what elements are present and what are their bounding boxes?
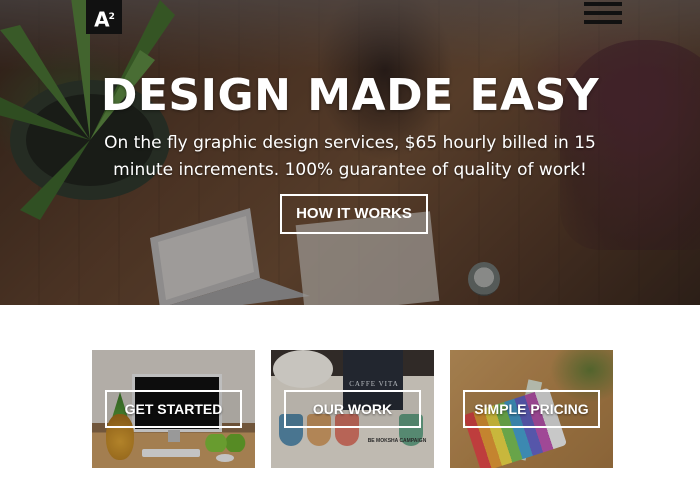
hero-section: A2 DESIGN MADE EASY On the fly graphic d… [0, 0, 700, 305]
how-it-works-button[interactable]: HOW IT WORKS [280, 194, 428, 234]
simple-pricing-button[interactable]: SIMPLE PRICING [463, 390, 600, 428]
card-simple-pricing[interactable]: SIMPLE PRICING [450, 350, 613, 468]
menu-bar [584, 11, 622, 15]
get-started-button[interactable]: GET STARTED [105, 390, 242, 428]
card-get-started[interactable]: GET STARTED [92, 350, 255, 468]
logo-superscript: 2 [108, 12, 115, 22]
logo[interactable]: A2 [86, 0, 122, 34]
card-our-work[interactable]: CAFFE VITA BE MOKSHA CAMPAIGN OUR WORK [271, 350, 434, 468]
menu-bar [584, 20, 622, 24]
hero-subtitle: On the fly graphic design services, $65 … [104, 133, 596, 180]
logo-text: A [94, 7, 110, 32]
menu-bar [584, 2, 622, 6]
our-work-button[interactable]: OUR WORK [284, 390, 421, 428]
hero-title: DESIGN MADE EASY [100, 70, 600, 121]
hamburger-menu-icon[interactable] [584, 0, 622, 26]
